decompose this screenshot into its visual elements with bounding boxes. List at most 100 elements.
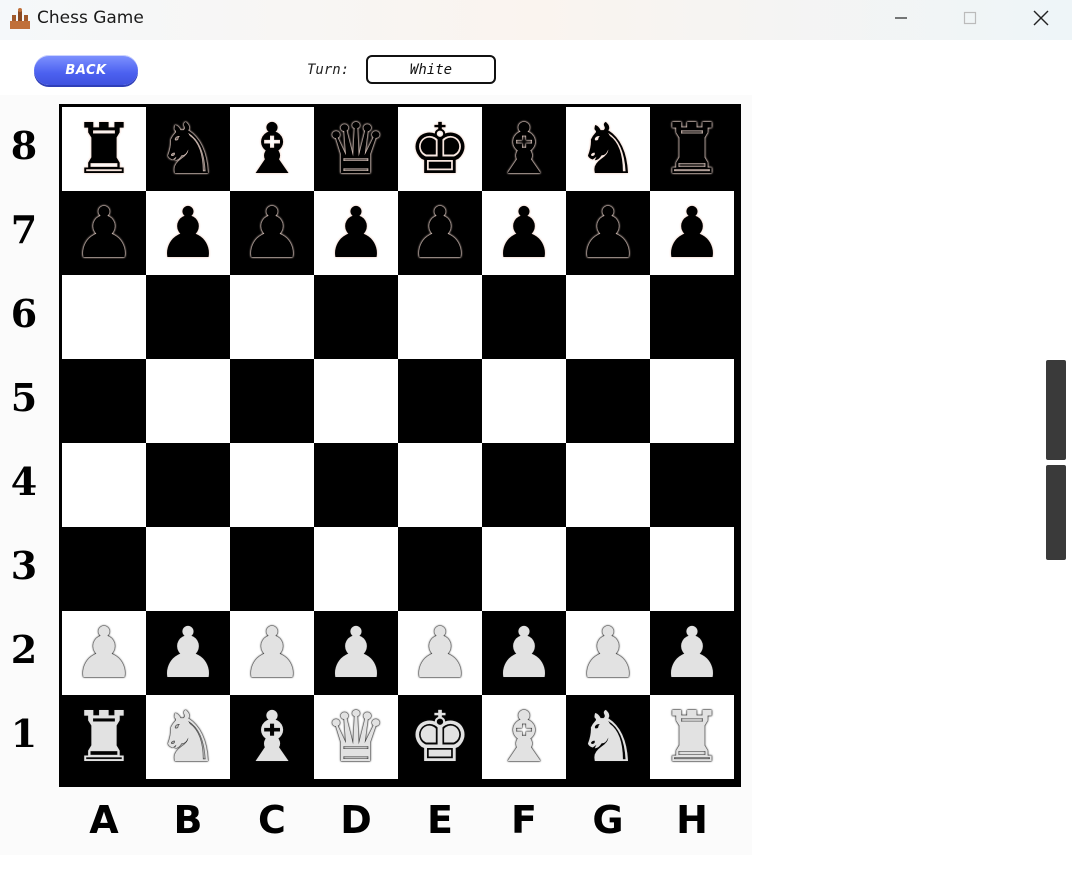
- square-g6[interactable]: [566, 275, 650, 359]
- white-knight-icon[interactable]: ♞: [146, 695, 230, 779]
- square-a6[interactable]: [62, 275, 146, 359]
- square-h3[interactable]: [650, 527, 734, 611]
- black-pawn-icon[interactable]: ♟: [314, 191, 398, 275]
- close-button[interactable]: [1018, 0, 1064, 36]
- black-pawn-icon[interactable]: ♟: [398, 191, 482, 275]
- white-pawn-icon[interactable]: ♟: [314, 611, 398, 695]
- black-knight-icon[interactable]: ♞: [146, 107, 230, 191]
- black-king-icon[interactable]: ♚: [398, 107, 482, 191]
- square-a8[interactable]: ♜: [62, 107, 146, 191]
- white-king-icon[interactable]: ♚: [398, 695, 482, 779]
- square-a3[interactable]: [62, 527, 146, 611]
- square-a7[interactable]: ♟: [62, 191, 146, 275]
- black-queen-icon[interactable]: ♛: [314, 107, 398, 191]
- square-g8[interactable]: ♞: [566, 107, 650, 191]
- square-d5[interactable]: [314, 359, 398, 443]
- square-h8[interactable]: ♜: [650, 107, 734, 191]
- square-c7[interactable]: ♟: [230, 191, 314, 275]
- square-b5[interactable]: [146, 359, 230, 443]
- square-d3[interactable]: [314, 527, 398, 611]
- square-e4[interactable]: [398, 443, 482, 527]
- square-c5[interactable]: [230, 359, 314, 443]
- square-d4[interactable]: [314, 443, 398, 527]
- white-rook-icon[interactable]: ♜: [650, 695, 734, 779]
- scrollbar-thumb-upper[interactable]: [1046, 360, 1066, 460]
- square-e7[interactable]: ♟: [398, 191, 482, 275]
- square-g1[interactable]: ♞: [566, 695, 650, 779]
- square-b7[interactable]: ♟: [146, 191, 230, 275]
- square-c2[interactable]: ♟: [230, 611, 314, 695]
- black-pawn-icon[interactable]: ♟: [650, 191, 734, 275]
- square-b6[interactable]: [146, 275, 230, 359]
- square-c8[interactable]: ♝: [230, 107, 314, 191]
- square-h6[interactable]: [650, 275, 734, 359]
- square-d1[interactable]: ♛: [314, 695, 398, 779]
- white-pawn-icon[interactable]: ♟: [62, 611, 146, 695]
- square-f8[interactable]: ♝: [482, 107, 566, 191]
- square-g3[interactable]: [566, 527, 650, 611]
- white-rook-icon[interactable]: ♜: [62, 695, 146, 779]
- black-pawn-icon[interactable]: ♟: [566, 191, 650, 275]
- black-pawn-icon[interactable]: ♟: [482, 191, 566, 275]
- square-e1[interactable]: ♚: [398, 695, 482, 779]
- maximize-button[interactable]: [947, 0, 993, 36]
- white-pawn-icon[interactable]: ♟: [566, 611, 650, 695]
- minimize-button[interactable]: [878, 0, 924, 36]
- square-h4[interactable]: [650, 443, 734, 527]
- white-bishop-icon[interactable]: ♝: [482, 695, 566, 779]
- square-d2[interactable]: ♟: [314, 611, 398, 695]
- white-pawn-icon[interactable]: ♟: [398, 611, 482, 695]
- square-e5[interactable]: [398, 359, 482, 443]
- square-f2[interactable]: ♟: [482, 611, 566, 695]
- square-g4[interactable]: [566, 443, 650, 527]
- black-pawn-icon[interactable]: ♟: [62, 191, 146, 275]
- square-a2[interactable]: ♟: [62, 611, 146, 695]
- square-f4[interactable]: [482, 443, 566, 527]
- square-f7[interactable]: ♟: [482, 191, 566, 275]
- white-pawn-icon[interactable]: ♟: [230, 611, 314, 695]
- square-a4[interactable]: [62, 443, 146, 527]
- black-pawn-icon[interactable]: ♟: [230, 191, 314, 275]
- square-f6[interactable]: [482, 275, 566, 359]
- white-pawn-icon[interactable]: ♟: [650, 611, 734, 695]
- square-h1[interactable]: ♜: [650, 695, 734, 779]
- white-pawn-icon[interactable]: ♟: [146, 611, 230, 695]
- black-rook-icon[interactable]: ♜: [62, 107, 146, 191]
- square-h7[interactable]: ♟: [650, 191, 734, 275]
- white-bishop-icon[interactable]: ♝: [230, 695, 314, 779]
- square-f1[interactable]: ♝: [482, 695, 566, 779]
- square-c4[interactable]: [230, 443, 314, 527]
- square-f3[interactable]: [482, 527, 566, 611]
- square-e3[interactable]: [398, 527, 482, 611]
- square-d6[interactable]: [314, 275, 398, 359]
- square-b4[interactable]: [146, 443, 230, 527]
- square-a5[interactable]: [62, 359, 146, 443]
- square-e2[interactable]: ♟: [398, 611, 482, 695]
- white-pawn-icon[interactable]: ♟: [482, 611, 566, 695]
- black-bishop-icon[interactable]: ♝: [482, 107, 566, 191]
- square-d7[interactable]: ♟: [314, 191, 398, 275]
- square-b8[interactable]: ♞: [146, 107, 230, 191]
- square-e8[interactable]: ♚: [398, 107, 482, 191]
- black-knight-icon[interactable]: ♞: [566, 107, 650, 191]
- square-b3[interactable]: [146, 527, 230, 611]
- square-b2[interactable]: ♟: [146, 611, 230, 695]
- scrollbar-thumb-lower[interactable]: [1046, 465, 1066, 560]
- square-c3[interactable]: [230, 527, 314, 611]
- square-g7[interactable]: ♟: [566, 191, 650, 275]
- square-f5[interactable]: [482, 359, 566, 443]
- square-h2[interactable]: ♟: [650, 611, 734, 695]
- black-rook-icon[interactable]: ♜: [650, 107, 734, 191]
- white-knight-icon[interactable]: ♞: [566, 695, 650, 779]
- square-g2[interactable]: ♟: [566, 611, 650, 695]
- black-bishop-icon[interactable]: ♝: [230, 107, 314, 191]
- square-e6[interactable]: [398, 275, 482, 359]
- black-pawn-icon[interactable]: ♟: [146, 191, 230, 275]
- white-queen-icon[interactable]: ♛: [314, 695, 398, 779]
- square-a1[interactable]: ♜: [62, 695, 146, 779]
- square-h5[interactable]: [650, 359, 734, 443]
- square-c6[interactable]: [230, 275, 314, 359]
- square-d8[interactable]: ♛: [314, 107, 398, 191]
- back-button[interactable]: BACK: [34, 55, 138, 85]
- square-c1[interactable]: ♝: [230, 695, 314, 779]
